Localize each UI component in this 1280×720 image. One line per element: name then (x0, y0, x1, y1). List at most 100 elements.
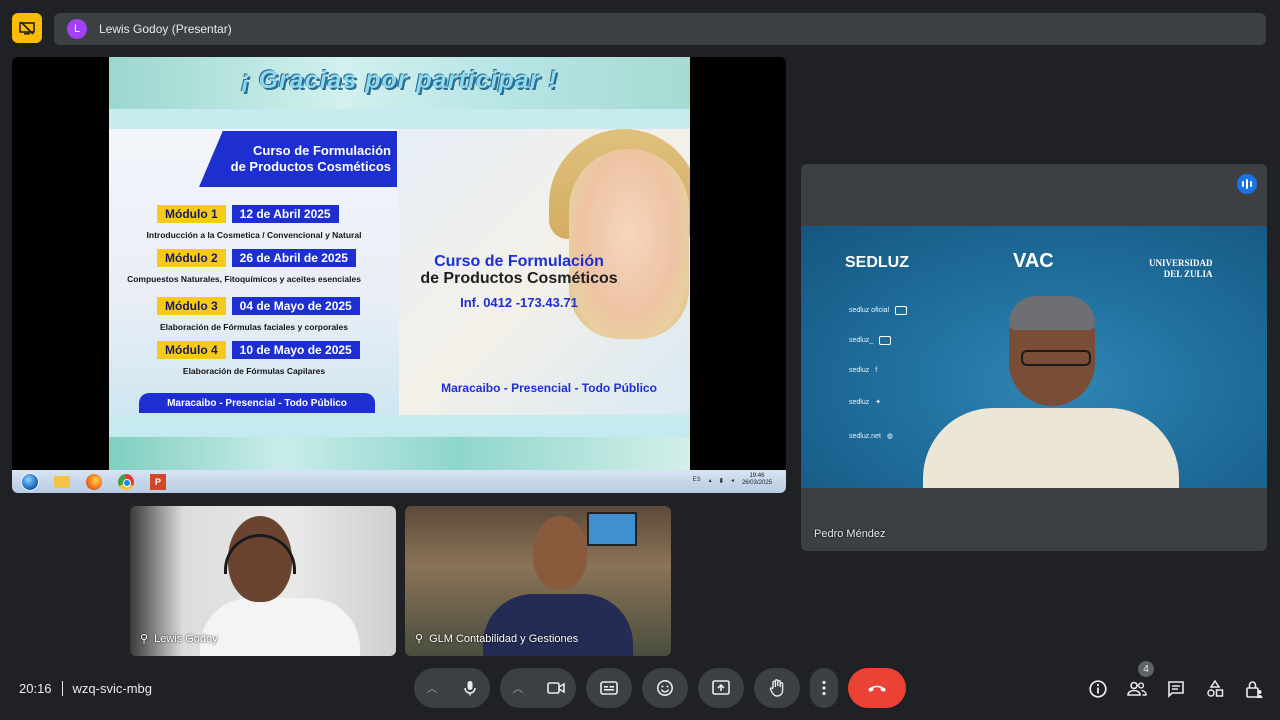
participant-name: GLM Contabilidad y Gestiones (429, 632, 579, 645)
emoji-icon (657, 680, 673, 696)
participant-tile-lewis[interactable]: ⚲ Lewis Godoy (130, 506, 396, 656)
social-instagram: sedluz_ (849, 336, 892, 345)
info-icon (1089, 680, 1107, 698)
audio-options-chevron-up-icon[interactable]: ︿ (414, 668, 450, 708)
mic-control-group: ︿ (414, 668, 490, 708)
clock-date: 26/03/2025 (741, 480, 772, 486)
course-header-line2: de Productos Cosméticos (230, 159, 391, 174)
university-line2: DEL ZULIA (1163, 269, 1213, 279)
vac-logo: VAC (1013, 250, 1054, 272)
taskbar-firefox[interactable] (80, 472, 108, 492)
model-face-image (569, 149, 689, 339)
call-controls: ︿ ︿ (414, 668, 906, 708)
captions-button[interactable] (586, 668, 632, 708)
divider (61, 680, 63, 696)
university-line1: UNIVERSIDAD (1149, 258, 1213, 268)
taskbar-explorer[interactable] (48, 472, 76, 492)
module-row: Módulo 3 04 de Mayo de 2025 (157, 297, 360, 315)
module-desc: Elaboración de Fórmulas faciales y corpo… (159, 322, 349, 332)
module-desc: Introducción a la Cosmetica / Convencion… (146, 230, 362, 240)
stop-presenting-icon[interactable] (12, 13, 42, 43)
side-panel-toggles (1086, 677, 1266, 701)
taskbar-chrome[interactable] (112, 472, 140, 492)
module-label: Módulo 4 (157, 341, 226, 359)
video-options-chevron-up-icon[interactable]: ︿ (500, 668, 536, 708)
camera-control-group: ︿ (500, 668, 576, 708)
participant-name: Pedro Méndez (814, 528, 886, 540)
youtube-icon (895, 306, 908, 315)
right-title-line1: Curso de Formulación (434, 253, 604, 270)
raise-hand-button[interactable] (754, 668, 800, 708)
participant-name-row: ⚲ Lewis Godoy (140, 632, 218, 646)
chrome-icon (118, 473, 134, 490)
start-button[interactable] (16, 472, 44, 492)
flyer-right-panel: Curso de Formulación de Productos Cosmét… (399, 129, 690, 415)
tray-arrow-icon[interactable]: ▴ (709, 477, 712, 484)
module-row: Módulo 4 10 de Mayo de 2025 (157, 341, 360, 359)
firefox-icon (86, 473, 102, 490)
module-date: 10 de Mayo de 2025 (231, 341, 360, 359)
meeting-info-button[interactable] (1086, 677, 1110, 701)
captions-icon (600, 681, 618, 695)
present-screen-icon (712, 680, 730, 695)
slide: ¡ Gracias por participar ! Curso de Form… (109, 57, 690, 470)
instagram-icon (879, 336, 892, 345)
microphone-button[interactable] (450, 668, 490, 708)
presentation-tile[interactable]: ¡ Gracias por participar ! Curso de Form… (12, 57, 786, 493)
participant-count-badge: 4 (1138, 661, 1154, 677)
language-indicator[interactable]: ES (693, 477, 701, 483)
slide-title: ¡ Gracias por participar ! (241, 66, 558, 94)
network-icon[interactable]: ▮ (720, 477, 723, 484)
globe-icon: ◍ (886, 433, 894, 440)
meeting-details: 20:16 wzq-svic-mbg (19, 680, 152, 696)
social-label: sedluz (849, 367, 870, 374)
activities-shapes-icon (1207, 679, 1224, 697)
right-footer-text: Maracaibo - Presencial - Todo Público (441, 381, 657, 395)
taskbar-powerpoint[interactable]: P (144, 472, 172, 492)
host-controls-button[interactable] (1242, 677, 1266, 701)
social-label: sedluz oficial (849, 307, 890, 314)
participant-tile-pedro[interactable]: SEDLUZ VAC UNIVERSIDAD DEL ZULIA sedluz … (801, 164, 1267, 551)
present-button[interactable] (698, 668, 744, 708)
people-icon (1127, 681, 1147, 696)
module-label: Módulo 2 (157, 249, 226, 267)
activities-button[interactable] (1203, 677, 1227, 701)
module-date: 26 de Abril de 2025 (231, 249, 356, 267)
social-label: sedluz_ (849, 337, 874, 344)
module-date: 04 de Mayo de 2025 (231, 297, 360, 315)
module-label: Módulo 1 (157, 205, 226, 223)
more-options-button[interactable] (810, 668, 838, 708)
contact-info: Inf. 0412 -173.43.71 (460, 295, 578, 310)
twitter-icon: ✦ (875, 399, 882, 406)
social-youtube: sedluz oficial (849, 306, 908, 315)
social-web: sedluz.net ◍ (849, 432, 894, 441)
reactions-button[interactable] (642, 668, 688, 708)
participant-tile-glm[interactable]: ⚲ GLM Contabilidad y Gestiones (405, 506, 671, 656)
left-footer-banner: Maracaibo - Presencial - Todo Público (139, 393, 375, 413)
windows-taskbar: P ES ▴ ▮ ◂ 19:46 26/03/2025 (12, 470, 786, 493)
participant-video: SEDLUZ VAC UNIVERSIDAD DEL ZULIA sedluz … (801, 226, 1267, 488)
sedluz-logo: SEDLUZ (845, 254, 909, 271)
presenter-label: Lewis Godoy (Presentar) (99, 22, 232, 36)
participant-name: Lewis Godoy (154, 632, 218, 645)
pin-icon[interactable]: ⚲ (415, 632, 423, 645)
people-button[interactable] (1125, 677, 1149, 701)
facebook-icon: f (875, 367, 878, 374)
chat-button[interactable] (1164, 677, 1188, 701)
pin-icon[interactable]: ⚲ (140, 632, 148, 645)
module-row: Módulo 2 26 de Abril de 2025 (157, 249, 356, 267)
more-vert-icon (822, 680, 826, 696)
clock[interactable]: 19:46 26/03/2025 (742, 473, 772, 487)
right-course-title: Curso de Formulación de Productos Cosmét… (409, 253, 629, 287)
flyer-left-panel: Curso de Formulación de Productos Cosmét… (109, 129, 399, 415)
camera-button[interactable] (536, 668, 576, 708)
clock-time: 19:46 (749, 473, 765, 479)
slide-footer-decoration (109, 437, 690, 470)
module-row: Módulo 1 12 de Abril 2025 (157, 205, 339, 223)
social-twitter: sedluz ✦ (849, 398, 882, 407)
module-desc: Elaboración de Fórmulas Capilares (182, 366, 326, 376)
chat-icon (1168, 681, 1184, 698)
course-flyer: Curso de Formulación de Productos Cosmét… (109, 129, 690, 415)
volume-icon[interactable]: ◂ (731, 477, 734, 484)
leave-call-button[interactable] (848, 668, 906, 708)
